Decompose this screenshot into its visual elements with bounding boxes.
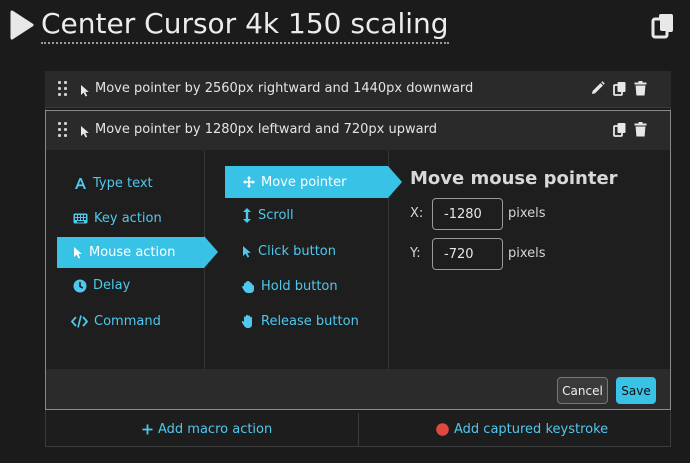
category-type-text[interactable]: Type text: [74, 176, 153, 191]
x-label: X:: [410, 206, 424, 221]
save-button[interactable]: Save: [616, 377, 656, 404]
category-label: Key action: [94, 211, 162, 226]
keyboard-icon: [73, 213, 88, 224]
subaction-label: Move pointer: [261, 174, 347, 190]
selection-arrow: [204, 236, 218, 268]
category-label: Command: [94, 314, 161, 329]
subaction-scroll[interactable]: Scroll: [242, 208, 294, 223]
hand-grab-icon: [242, 280, 254, 293]
x-offset-input[interactable]: [432, 198, 503, 230]
trash-icon[interactable]: [634, 81, 647, 100]
drag-handle-icon[interactable]: [58, 122, 68, 138]
edit-icon[interactable]: [590, 81, 605, 100]
macro-action-text: Move pointer by 2560px rightward and 144…: [95, 81, 474, 96]
subaction-move-pointer[interactable]: Move pointer: [225, 166, 388, 198]
macro-title[interactable]: Center Cursor 4k 150 scaling: [41, 6, 449, 44]
cursor-icon: [80, 123, 90, 142]
category-label: Type text: [93, 176, 153, 191]
category-command[interactable]: Command: [71, 314, 161, 329]
cursor-icon: [243, 246, 251, 258]
play-icon[interactable]: [8, 10, 34, 40]
drag-handle-icon[interactable]: [58, 81, 68, 97]
cancel-button[interactable]: Cancel: [557, 377, 608, 404]
record-icon: [436, 423, 449, 436]
copy-macro-icon[interactable]: [650, 12, 676, 40]
clock-icon: [73, 279, 87, 292]
category-delay[interactable]: Delay: [73, 278, 130, 293]
panel-title: Move mouse pointer: [410, 168, 618, 189]
y-offset-input[interactable]: [432, 238, 503, 270]
macro-action-text: Move pointer by 1280px leftward and 720p…: [95, 122, 437, 137]
add-macro-action-button[interactable]: Add macro action: [142, 422, 272, 437]
subaction-hold-button[interactable]: Hold button: [241, 279, 338, 294]
y-unit: pixels: [508, 246, 546, 261]
category-label: Mouse action: [89, 245, 176, 260]
add-macro-action-label: Add macro action: [158, 422, 273, 437]
add-captured-keystroke-button[interactable]: Add captured keystroke: [436, 422, 608, 437]
hand-open-icon: [241, 314, 252, 328]
subaction-release-button[interactable]: Release button: [241, 314, 359, 329]
selection-arrow: [388, 166, 402, 198]
scroll-icon: [243, 208, 251, 223]
code-icon: [71, 315, 88, 328]
subaction-label: Click button: [258, 244, 336, 259]
subaction-label: Hold button: [261, 279, 338, 294]
cursor-icon: [74, 247, 82, 259]
subaction-label: Release button: [261, 314, 359, 329]
plus-icon: [142, 424, 153, 435]
subaction-click-button[interactable]: Click button: [242, 244, 336, 259]
trash-icon[interactable]: [634, 122, 647, 141]
category-mouse-action[interactable]: Mouse action: [57, 237, 204, 268]
subaction-label: Scroll: [258, 208, 294, 223]
add-keystroke-label: Add captured keystroke: [454, 422, 609, 437]
copy-icon[interactable]: [613, 81, 627, 100]
category-label: Delay: [93, 278, 131, 293]
y-label: Y:: [410, 246, 421, 261]
footer-divider: [358, 413, 359, 447]
copy-icon[interactable]: [613, 122, 627, 141]
cursor-icon: [80, 82, 90, 101]
category-key-action[interactable]: Key action: [73, 211, 162, 226]
move-icon: [243, 176, 255, 188]
type-text-icon: [75, 178, 86, 189]
x-unit: pixels: [508, 206, 546, 221]
